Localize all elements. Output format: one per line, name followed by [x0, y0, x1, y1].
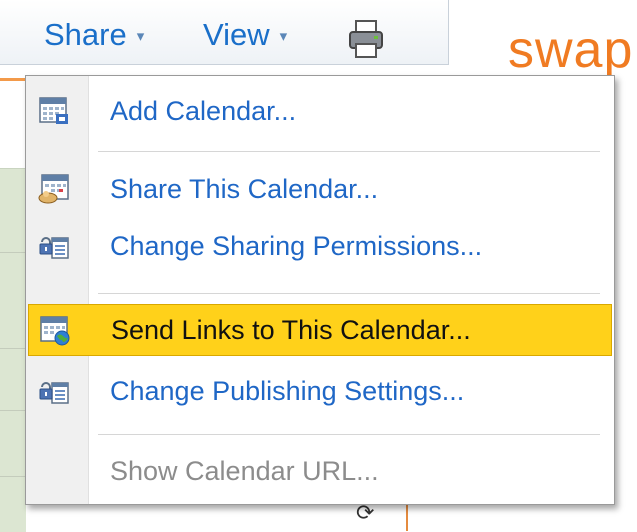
- menu-separator: [98, 293, 600, 294]
- menu-icon-gutter: [26, 76, 89, 504]
- menu-item-label: Share This Calendar...: [110, 174, 379, 204]
- share-menu-button[interactable]: Share ▾: [44, 16, 144, 56]
- orange-divider: [0, 78, 26, 81]
- calendar-globe-icon: [40, 316, 70, 346]
- menu-item-change-sharing-permissions[interactable]: Change Sharing Permissions...: [26, 221, 614, 271]
- chevron-down-icon: ▾: [279, 27, 288, 45]
- background-calendar-strip: [0, 168, 26, 532]
- menu-separator: [98, 151, 600, 152]
- view-label: View: [203, 17, 270, 52]
- printer-icon[interactable]: [346, 18, 386, 60]
- menu-item-label: Show Calendar URL...: [110, 456, 379, 486]
- menu-item-change-publishing-settings[interactable]: Change Publishing Settings...: [26, 366, 614, 416]
- menu-item-send-links[interactable]: Send Links to This Calendar...: [28, 304, 612, 356]
- calendar-share-icon: [38, 174, 69, 204]
- menu-separator: [98, 434, 600, 435]
- background-row-line: [0, 410, 26, 411]
- background-row-line: [0, 476, 26, 477]
- background-row-line: [0, 348, 26, 349]
- menu-item-show-calendar-url: Show Calendar URL...: [26, 446, 614, 496]
- menu-item-label: Send Links to This Calendar...: [111, 315, 471, 345]
- view-menu-button[interactable]: View ▾: [203, 16, 287, 56]
- brand-logo-text: swap: [508, 21, 634, 79]
- share-label: Share: [44, 17, 127, 52]
- menu-item-label: Change Sharing Permissions...: [110, 231, 483, 261]
- chevron-down-icon: ▾: [136, 27, 145, 45]
- menu-item-label: Change Publishing Settings...: [110, 376, 465, 406]
- menu-item-share-calendar[interactable]: Share This Calendar...: [26, 164, 614, 214]
- toolbar: Share ▾ View ▾: [0, 0, 449, 65]
- menu-item-add-calendar[interactable]: Add Calendar...: [26, 86, 614, 136]
- permissions-icon: [39, 237, 69, 259]
- permissions-icon: [39, 382, 69, 404]
- background-row-line: [0, 252, 26, 253]
- menu-item-label: Add Calendar...: [110, 96, 297, 126]
- calendar-add-icon: [39, 97, 68, 124]
- share-dropdown-menu: Add Calendar... Share This Calendar... C…: [25, 75, 615, 505]
